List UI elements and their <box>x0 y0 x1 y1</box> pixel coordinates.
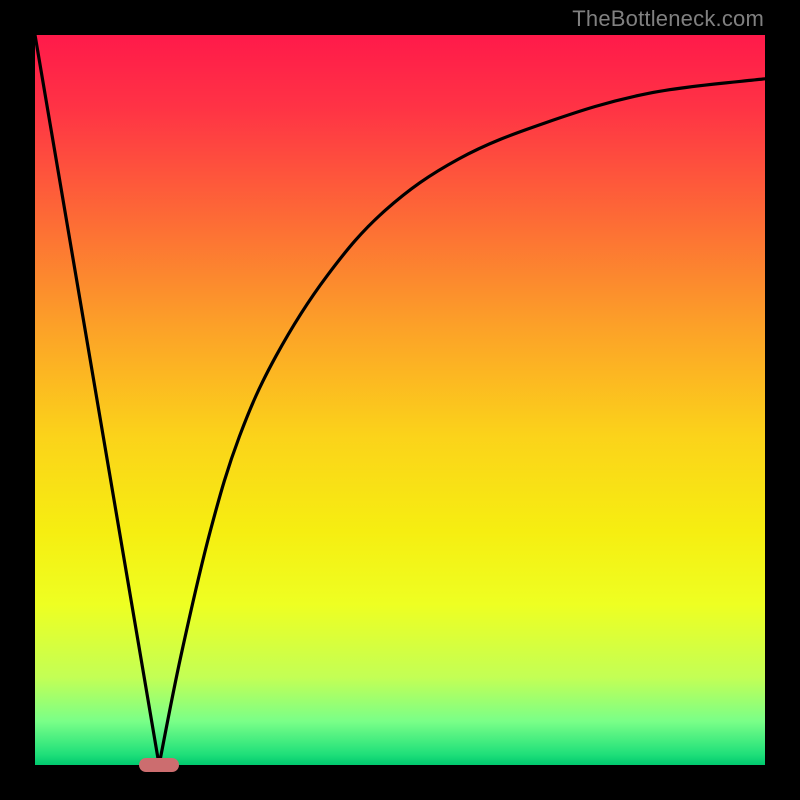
chart-frame <box>35 35 765 765</box>
watermark-text: TheBottleneck.com <box>572 6 764 32</box>
bottleneck-curve <box>35 35 765 765</box>
optimal-marker <box>139 758 179 773</box>
